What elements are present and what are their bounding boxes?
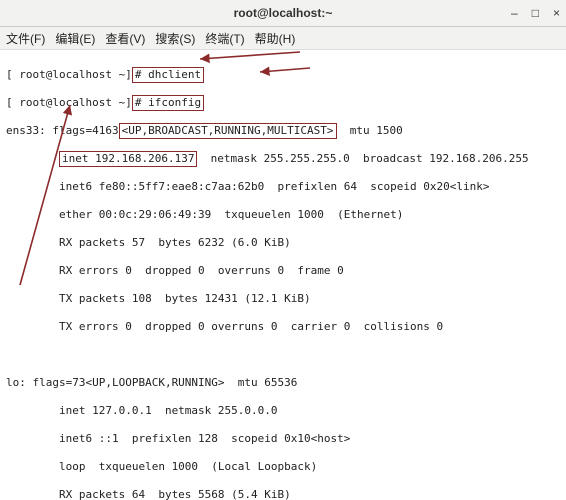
ens33-inet: inet 192.168.206.137 netmask 255.255.255… bbox=[6, 152, 560, 166]
ens33-line: RX packets 57 bytes 6232 (6.0 KiB) bbox=[6, 236, 560, 250]
ens33-line: TX packets 108 bytes 12431 (12.1 KiB) bbox=[6, 292, 560, 306]
lo-line: inet6 ::1 prefixlen 128 scopeid 0x10<hos… bbox=[6, 432, 560, 446]
cmd-ifconfig-box: # ifconfig bbox=[132, 95, 204, 111]
prompt-line-2: [ root@localhost ~]# ifconfig bbox=[6, 96, 560, 110]
terminal-area[interactable]: [ root@localhost ~]# dhclient [ root@loc… bbox=[0, 50, 566, 500]
blank-line bbox=[6, 348, 560, 362]
menu-search[interactable]: 搜索(S) bbox=[155, 30, 195, 47]
ens33-line: inet6 fe80::5ff7:eae8:c7aa:62b0 prefixle… bbox=[6, 180, 560, 194]
lo-line: inet 127.0.0.1 netmask 255.0.0.0 bbox=[6, 404, 560, 418]
window-titlebar: root@localhost:~ – □ × bbox=[0, 0, 566, 27]
ens33-line: ether 00:0c:29:06:49:39 txqueuelen 1000 … bbox=[6, 208, 560, 222]
window-title: root@localhost:~ bbox=[0, 6, 566, 20]
lo-line: loop txqueuelen 1000 (Local Loopback) bbox=[6, 460, 560, 474]
menu-edit[interactable]: 编辑(E) bbox=[55, 30, 95, 47]
cmd-dhclient-box: # dhclient bbox=[132, 67, 204, 83]
window-minimize-button[interactable]: – bbox=[511, 6, 518, 20]
ens33-flags-box: <UP,BROADCAST,RUNNING,MULTICAST> bbox=[119, 123, 337, 139]
ens33-line: RX errors 0 dropped 0 overruns 0 frame 0 bbox=[6, 264, 560, 278]
menu-term[interactable]: 终端(T) bbox=[205, 30, 244, 47]
menubar: 文件(F) 编辑(E) 查看(V) 搜索(S) 终端(T) 帮助(H) bbox=[0, 27, 566, 50]
ens33-header: ens33: flags=4163<UP,BROADCAST,RUNNING,M… bbox=[6, 124, 560, 138]
prompt-line-1: [ root@localhost ~]# dhclient bbox=[6, 68, 560, 82]
lo-line: lo: flags=73<UP,LOOPBACK,RUNNING> mtu 65… bbox=[6, 376, 560, 390]
menu-file[interactable]: 文件(F) bbox=[6, 30, 45, 47]
lo-line: RX packets 64 bytes 5568 (5.4 KiB) bbox=[6, 488, 560, 500]
window-maximize-button[interactable]: □ bbox=[532, 6, 539, 20]
menu-help[interactable]: 帮助(H) bbox=[255, 30, 296, 47]
window-close-button[interactable]: × bbox=[553, 6, 560, 20]
ens33-inet-box: inet 192.168.206.137 bbox=[59, 151, 197, 167]
menu-view[interactable]: 查看(V) bbox=[105, 30, 145, 47]
ens33-line: TX errors 0 dropped 0 overruns 0 carrier… bbox=[6, 320, 560, 334]
